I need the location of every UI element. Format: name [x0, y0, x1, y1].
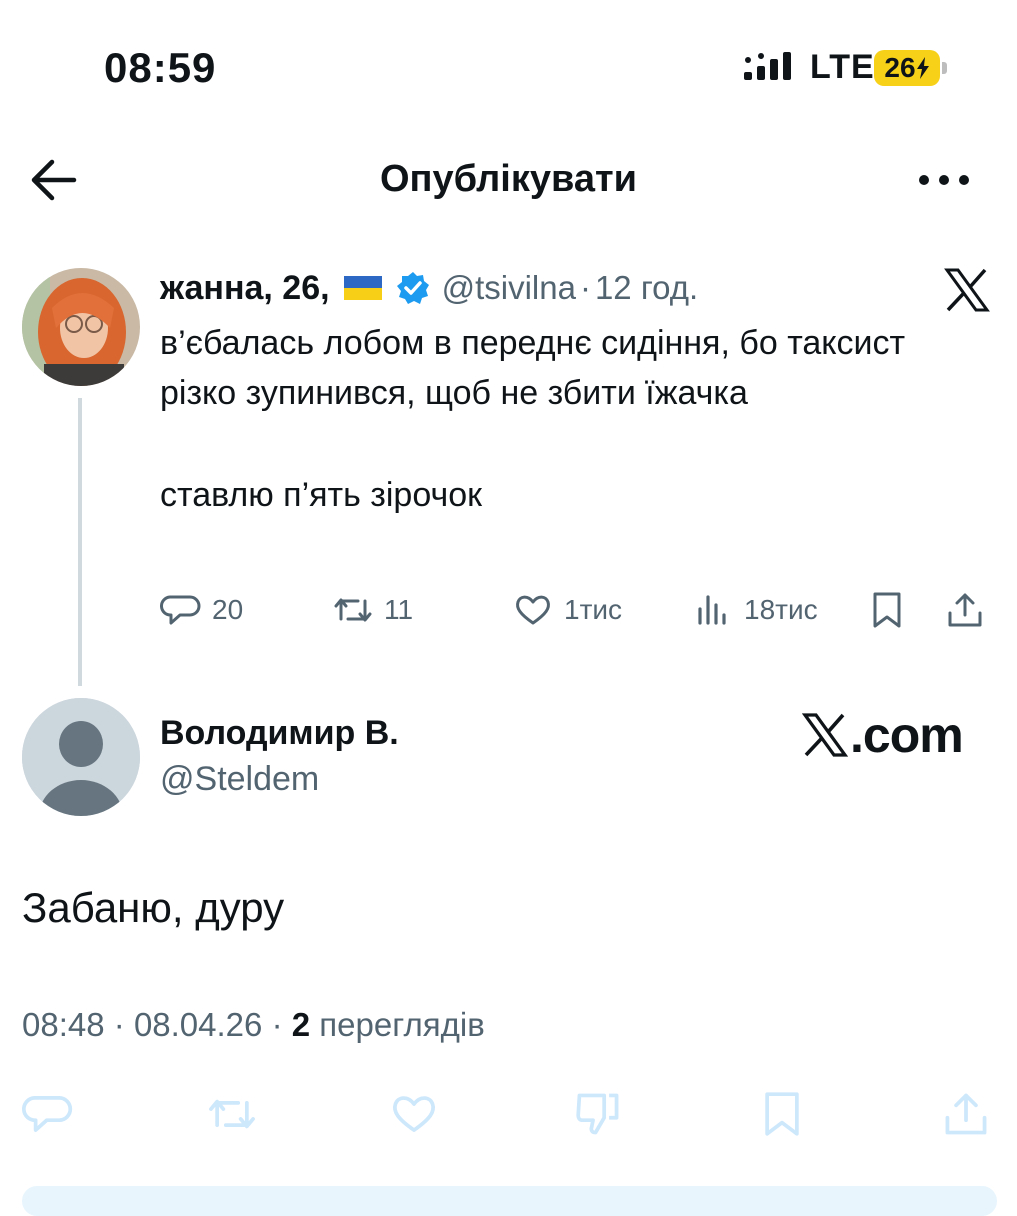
like-button[interactable]: 1тис — [512, 582, 622, 638]
retweet-icon — [209, 1099, 255, 1129]
retweet-button[interactable] — [206, 1086, 258, 1142]
default-profile-icon — [22, 698, 140, 816]
battery-indicator: 26 — [874, 50, 940, 86]
reply-count: 20 — [212, 594, 244, 625]
reply-icon — [22, 1096, 73, 1132]
share-icon — [945, 1093, 987, 1135]
handle[interactable]: @Steldem — [160, 760, 319, 799]
x-com-watermark: .com — [802, 707, 964, 763]
back-arrow-icon[interactable] — [28, 158, 78, 202]
share-icon — [948, 593, 982, 627]
x-logo-icon — [944, 268, 990, 312]
display-name[interactable]: Володимир В. — [160, 714, 399, 753]
brand-domain: .com — [850, 707, 964, 763]
dislike-button[interactable] — [572, 1086, 624, 1142]
bookmark-button[interactable] — [866, 582, 908, 638]
battery-nub — [942, 62, 947, 74]
reply-actions — [22, 1086, 997, 1146]
more-options-icon[interactable] — [916, 168, 972, 192]
separator-dot: · — [579, 269, 591, 306]
ukraine-flag-icon — [343, 276, 382, 300]
verified-badge-icon — [396, 272, 429, 304]
retweet-button[interactable]: 11 — [332, 582, 413, 638]
status-time: 08:59 — [104, 44, 217, 91]
views-count: 2 — [291, 1006, 311, 1043]
bookmark-icon — [873, 592, 901, 628]
post-time[interactable]: 12 год. — [595, 269, 698, 307]
network-type: LTE — [810, 48, 875, 86]
reply-text: Забаню, дуру — [22, 884, 285, 931]
like-button[interactable] — [388, 1086, 440, 1142]
reply-button[interactable]: 20 — [160, 582, 243, 638]
separator-dot: · — [113, 1006, 125, 1043]
retweet-count: 11 — [384, 594, 414, 625]
bookmark-icon — [765, 1092, 799, 1136]
tweet-paragraph: ставлю п’ять зірочок — [160, 476, 482, 514]
signal-strength-icon — [744, 52, 791, 80]
reply-compose-bar[interactable] — [22, 1186, 997, 1216]
views-button[interactable]: 18тис — [692, 582, 818, 638]
thread-line — [78, 398, 82, 686]
views-count: 18тис — [744, 594, 818, 625]
heart-icon — [516, 595, 550, 625]
avatar[interactable] — [22, 268, 140, 386]
x-logo-icon — [802, 713, 848, 757]
post-time: 08:48 — [22, 1006, 105, 1043]
views-chart-icon — [698, 595, 726, 625]
separator-dot: · — [271, 1006, 283, 1043]
retweet-icon — [334, 598, 372, 622]
bookmark-button[interactable] — [756, 1086, 808, 1142]
charging-bolt-icon — [916, 57, 929, 79]
tweet-meta: 08:48 · 08.04.26 · 2 переглядів — [22, 1006, 485, 1044]
share-button[interactable] — [944, 582, 986, 638]
handle[interactable]: @tsivilna — [442, 269, 576, 307]
views-label: переглядів — [319, 1006, 485, 1043]
reply-icon — [160, 595, 201, 625]
display-name[interactable]: жанна, 26, — [160, 269, 330, 308]
share-button[interactable] — [940, 1086, 992, 1142]
default-avatar[interactable] — [22, 698, 140, 816]
tweet-actions: 20 11 1тис 18тис — [160, 582, 1000, 638]
reply-button[interactable] — [22, 1086, 74, 1142]
tweet-paragraph: в’єбалась лобом в переднє сидіння, бо та… — [160, 324, 906, 412]
post-date: 08.04.26 — [133, 1006, 263, 1043]
like-count: 1тис — [564, 594, 623, 625]
heart-icon — [393, 1096, 435, 1132]
tweet-text: в’єбалась лобом в переднє сидіння, бо та… — [160, 318, 920, 520]
page-title: Опублікувати — [380, 158, 637, 200]
battery-level: 26 — [884, 52, 916, 83]
quoted-tweet-header: жанна, 26, @tsivilna · 12 год. — [160, 266, 698, 310]
thumbs-down-icon — [576, 1093, 619, 1135]
profile-photo — [22, 268, 140, 386]
